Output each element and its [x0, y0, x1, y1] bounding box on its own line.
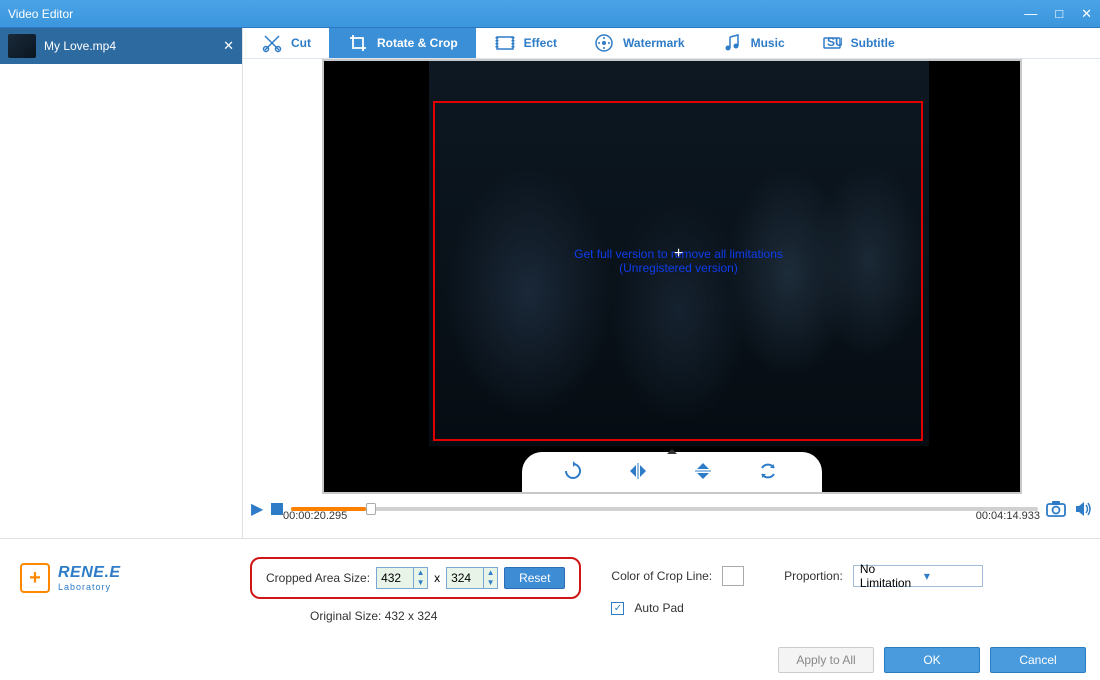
timeline-slider[interactable] [291, 502, 1038, 516]
cancel-button[interactable]: Cancel [990, 647, 1086, 673]
file-close-icon[interactable]: ✕ [223, 38, 234, 54]
subtitle-icon: SUB [821, 32, 843, 54]
crop-size-group: Cropped Area Size: ▲▼ x ▲▼ Reset [250, 557, 581, 599]
crop-color-label: Color of Crop Line: [611, 569, 712, 583]
tab-cut[interactable]: Cut [243, 28, 329, 58]
autopad-checkbox[interactable]: ✓ [611, 602, 624, 615]
reset-button[interactable]: Reset [504, 567, 565, 589]
rotate-cw-button[interactable] [562, 460, 586, 484]
tab-subtitle[interactable]: SUB Subtitle [803, 28, 913, 58]
original-size-label: Original Size: 432 x 324 [250, 609, 581, 623]
proportion-select[interactable]: No Limitation ▾ [853, 565, 983, 587]
file-name: My Love.mp4 [44, 39, 215, 53]
video-preview[interactable]: Get full version to remove all limitatio… [322, 59, 1022, 494]
titlebar: Video Editor — □ ✕ [0, 0, 1100, 28]
effect-icon [494, 32, 516, 54]
crop-rectangle[interactable] [433, 101, 923, 441]
spin-down-icon[interactable]: ▼ [484, 578, 497, 588]
time-total: 00:04:14.933 [976, 510, 1040, 522]
apply-all-button[interactable]: Apply to All [778, 647, 874, 673]
tab-watermark[interactable]: Watermark [575, 28, 703, 58]
spin-down-icon[interactable]: ▼ [414, 578, 427, 588]
crop-icon [347, 32, 369, 54]
plus-icon: + [20, 563, 50, 593]
flip-horizontal-button[interactable] [627, 460, 651, 484]
tab-effect[interactable]: Effect [476, 28, 575, 58]
flip-vertical-button[interactable] [692, 460, 716, 484]
rotate-toolbar [522, 452, 822, 492]
crop-width-input[interactable]: ▲▼ [376, 567, 428, 589]
tool-tabs: Cut Rotate & Crop Effect Watermark Music… [243, 28, 1100, 59]
volume-button[interactable] [1074, 500, 1092, 518]
spin-up-icon[interactable]: ▲ [414, 568, 427, 578]
spin-up-icon[interactable]: ▲ [484, 568, 497, 578]
stop-button[interactable] [271, 503, 283, 515]
chevron-down-icon: ▾ [918, 569, 982, 583]
brand-logo: + RENE.E Laboratory [20, 557, 220, 593]
playback-bar: ▶ [243, 494, 1100, 524]
crop-height-input[interactable]: ▲▼ [446, 567, 498, 589]
crop-color-swatch[interactable] [722, 566, 744, 586]
file-thumbnail [8, 34, 36, 58]
time-current: 00:00:20.295 [283, 510, 347, 522]
maximize-button[interactable]: □ [1055, 6, 1063, 22]
play-button[interactable]: ▶ [251, 499, 263, 519]
timeline-handle[interactable] [366, 503, 376, 515]
autopad-label: Auto Pad [634, 601, 683, 615]
window-title: Video Editor [8, 7, 1024, 21]
tab-music[interactable]: Music [703, 28, 803, 58]
minimize-button[interactable]: — [1024, 6, 1037, 22]
close-button[interactable]: ✕ [1081, 6, 1092, 22]
watermark-icon [593, 32, 615, 54]
proportion-label: Proportion: [784, 569, 843, 583]
crop-size-label: Cropped Area Size: [266, 571, 370, 585]
scissors-icon [261, 32, 283, 54]
file-sidebar: My Love.mp4 ✕ [0, 28, 243, 538]
ok-button[interactable]: OK [884, 647, 980, 673]
music-icon [721, 32, 743, 54]
file-tab[interactable]: My Love.mp4 ✕ [0, 28, 242, 64]
refresh-button[interactable] [757, 460, 781, 484]
snapshot-button[interactable] [1046, 500, 1066, 518]
tab-rotate-crop[interactable]: Rotate & Crop [329, 28, 476, 58]
svg-text:SUB: SUB [827, 35, 842, 49]
